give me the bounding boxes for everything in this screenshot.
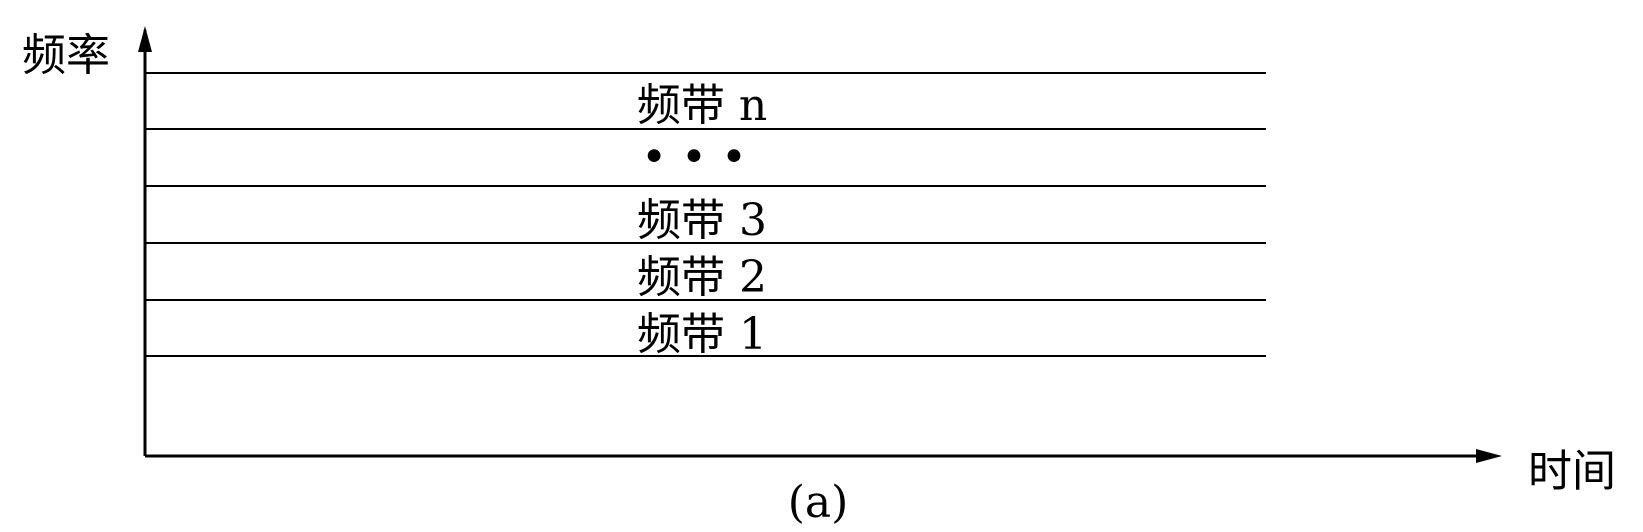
band-3-label: 频带 3: [637, 195, 767, 246]
y-axis-label: 频率: [22, 30, 110, 81]
y-axis-arrowhead: [138, 26, 152, 52]
x-axis-arrowhead: [1476, 449, 1502, 463]
band-n-label: 频带 n: [637, 80, 767, 131]
figure-caption: (a): [788, 477, 849, 528]
frequency-band-diagram: 频率 时间 频带 n • • • 频带 3 频带 2 频带 1 (a): [22, 26, 1616, 528]
x-axis-label: 时间: [1528, 446, 1616, 497]
band-ellipsis: • • •: [641, 132, 747, 183]
band-2-label: 频带 2: [637, 252, 767, 303]
band-1-label: 频带 1: [637, 309, 767, 360]
